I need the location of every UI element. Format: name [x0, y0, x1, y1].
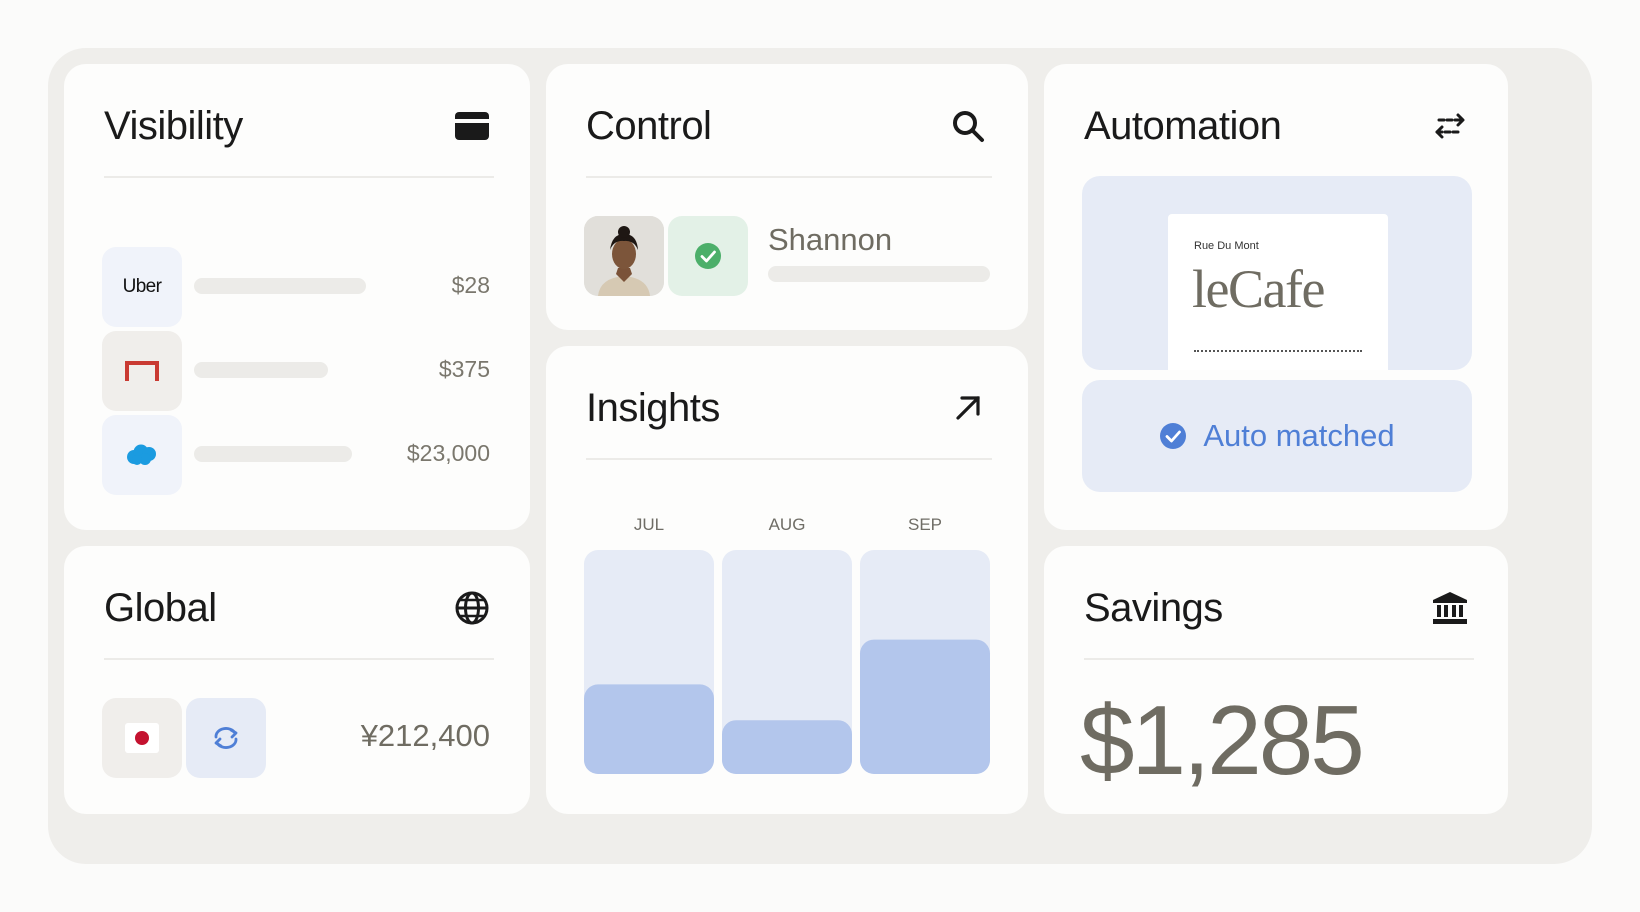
transaction-amount: $375 — [438, 356, 490, 382]
card-title: Automation — [1084, 104, 1282, 148]
japan-flag-icon — [125, 723, 159, 753]
status-label: Auto matched — [1203, 418, 1395, 453]
currency-exchange-tile[interactable] — [186, 698, 266, 778]
divider — [104, 658, 494, 660]
bar-jul[interactable] — [584, 684, 714, 774]
receipt-brand: leCafe — [1192, 259, 1325, 319]
uber-logo: Uber — [122, 276, 162, 297]
x-tick-label: SEP — [908, 515, 942, 534]
card-title: Control — [586, 104, 712, 148]
insights-bar-chart: JUL AUG SEP — [584, 515, 990, 774]
control-card[interactable]: Control Shannon — [546, 64, 1028, 330]
placeholder-bar — [194, 278, 366, 294]
red-bracket-logo — [125, 361, 159, 381]
receipt-dotted-line — [1194, 350, 1362, 352]
salesforce-cloud-logo — [127, 444, 156, 465]
savings-amount: $1,285 — [1080, 685, 1365, 795]
auto-matched-status[interactable]: Auto matched — [1082, 380, 1472, 492]
dashboard-frame: Visibility Uber $28 $375 $23,000 Global — [48, 48, 1592, 864]
receipt[interactable]: Rue Du Mont leCafe — [1168, 214, 1388, 370]
transaction-amount: $28 — [451, 272, 490, 298]
insights-card[interactable]: Insights JUL AUG SEP — [546, 346, 1028, 814]
savings-card[interactable]: Savings $1,285 — [1044, 546, 1508, 814]
card-title: Global — [104, 586, 217, 630]
receipt-panel: Rue Du Mont leCafe — [1082, 176, 1472, 370]
x-tick-label: AUG — [769, 515, 806, 534]
refresh-arrows-icon — [214, 727, 238, 749]
avatar[interactable] — [584, 216, 664, 296]
credit-card-icon[interactable] — [452, 106, 492, 146]
search-icon[interactable] — [948, 106, 988, 146]
check-circle-icon — [695, 243, 721, 269]
divider — [104, 176, 494, 178]
x-tick-label: JUL — [634, 515, 664, 534]
bar-aug[interactable] — [722, 720, 852, 774]
placeholder-bar — [194, 362, 328, 378]
check-circle-icon — [1160, 423, 1187, 449]
merchant-tile-uber[interactable]: Uber — [102, 247, 182, 327]
placeholder-bar — [194, 446, 352, 462]
placeholder-bar — [768, 266, 990, 282]
bank-icon[interactable] — [1430, 588, 1470, 628]
global-card[interactable]: Global ¥212,400 — [64, 546, 530, 814]
global-amount: ¥212,400 — [360, 718, 490, 753]
automation-card[interactable]: Automation Rue Du Mont leCafe Auto match… — [1044, 64, 1508, 530]
merchant-tile-red[interactable] — [102, 331, 182, 411]
swap-arrows-icon[interactable] — [1430, 106, 1470, 146]
divider — [1084, 658, 1474, 660]
visibility-card[interactable]: Visibility Uber $28 $375 $23,000 — [64, 64, 530, 530]
person-name: Shannon — [768, 222, 893, 257]
receipt-header: Rue Du Mont — [1194, 240, 1259, 252]
bar-sep[interactable] — [860, 639, 990, 774]
card-title: Visibility — [104, 104, 243, 148]
transaction-amount: $23,000 — [406, 440, 490, 466]
globe-icon[interactable] — [452, 588, 492, 628]
merchant-tile-salesforce[interactable] — [102, 415, 182, 495]
card-title: Savings — [1084, 586, 1223, 630]
verified-tile[interactable] — [668, 216, 748, 296]
japan-flag-tile[interactable] — [102, 698, 182, 778]
divider — [586, 176, 992, 178]
